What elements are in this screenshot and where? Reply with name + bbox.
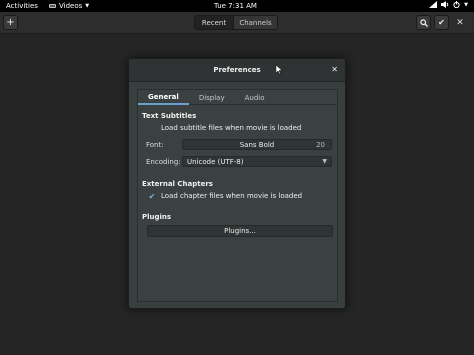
font-size: 20 <box>316 141 325 149</box>
tab-channels[interactable]: Channels <box>234 15 278 30</box>
app-menu[interactable]: Videos ▼ <box>49 2 89 10</box>
close-icon: ✕ <box>456 17 464 28</box>
header-bar: + Recent Channels ✔ ✕ <box>0 12 474 34</box>
close-icon: ✕ <box>331 65 338 74</box>
encoding-label: Encoding: <box>146 158 181 166</box>
load-chapters-checkbox[interactable]: ✔ <box>148 192 156 201</box>
load-chapters-row[interactable]: ✔ Load chapter files when movie is loade… <box>148 192 303 201</box>
font-label: Font: <box>146 141 164 149</box>
plus-icon: + <box>6 17 15 28</box>
network-icon <box>429 1 438 8</box>
font-chooser-button[interactable]: Sans Bold 20 <box>182 139 332 150</box>
encoding-select[interactable]: Unicode (UTF-8) ▼ <box>182 156 332 167</box>
window-close-button[interactable]: ✕ <box>453 15 467 30</box>
system-status-area[interactable]: ▼ <box>429 1 468 8</box>
tab-display[interactable]: Display <box>189 90 235 105</box>
add-button[interactable]: + <box>3 15 18 30</box>
chevron-down-icon: ▼ <box>85 3 90 9</box>
preferences-notebook: General Display Audio Text Subtitles Loa… <box>137 89 338 302</box>
tab-general[interactable]: General <box>138 90 189 105</box>
app-menu-label: Videos <box>59 2 83 10</box>
plugins-heading: Plugins <box>142 213 172 221</box>
load-subtitles-checkbox[interactable] <box>148 124 156 132</box>
activities-button[interactable]: Activities <box>6 2 38 10</box>
load-chapters-label: Load chapter files when movie is loaded <box>161 192 303 200</box>
power-icon <box>453 1 460 8</box>
videos-app-icon <box>49 4 56 8</box>
select-button[interactable]: ✔ <box>434 15 449 30</box>
dialog-close-button[interactable]: ✕ <box>331 65 338 74</box>
top-bar: Activities Videos ▼ Tue 7:31 AM ▼ <box>0 0 474 12</box>
volume-icon <box>441 1 449 8</box>
search-icon <box>419 18 428 27</box>
dialog-title: Preferences <box>213 66 261 74</box>
dialog-titlebar[interactable]: Preferences ✕ <box>129 59 345 82</box>
chevron-down-icon: ▼ <box>464 1 468 8</box>
clock[interactable]: Tue 7:31 AM <box>214 2 257 10</box>
tab-audio[interactable]: Audio <box>235 90 275 105</box>
check-icon: ✔ <box>438 18 445 27</box>
font-name: Sans Bold <box>239 141 275 149</box>
search-button[interactable] <box>416 15 431 30</box>
chevron-down-icon: ▼ <box>322 158 327 165</box>
external-chapters-heading: External Chapters <box>142 180 213 188</box>
plugins-button[interactable]: Plugins... <box>147 225 333 237</box>
view-switcher: Recent Channels <box>194 15 278 30</box>
tab-bar: General Display Audio <box>138 90 337 105</box>
load-subtitles-row[interactable]: Load subtitle files when movie is loaded <box>148 124 301 132</box>
load-subtitles-label: Load subtitle files when movie is loaded <box>161 124 302 132</box>
mouse-cursor-icon <box>276 65 282 74</box>
encoding-value: Unicode (UTF-8) <box>187 158 244 166</box>
text-subtitles-heading: Text Subtitles <box>142 112 197 120</box>
tab-recent[interactable]: Recent <box>194 15 234 30</box>
preferences-dialog: Preferences ✕ General Display Audio Text… <box>128 58 346 309</box>
